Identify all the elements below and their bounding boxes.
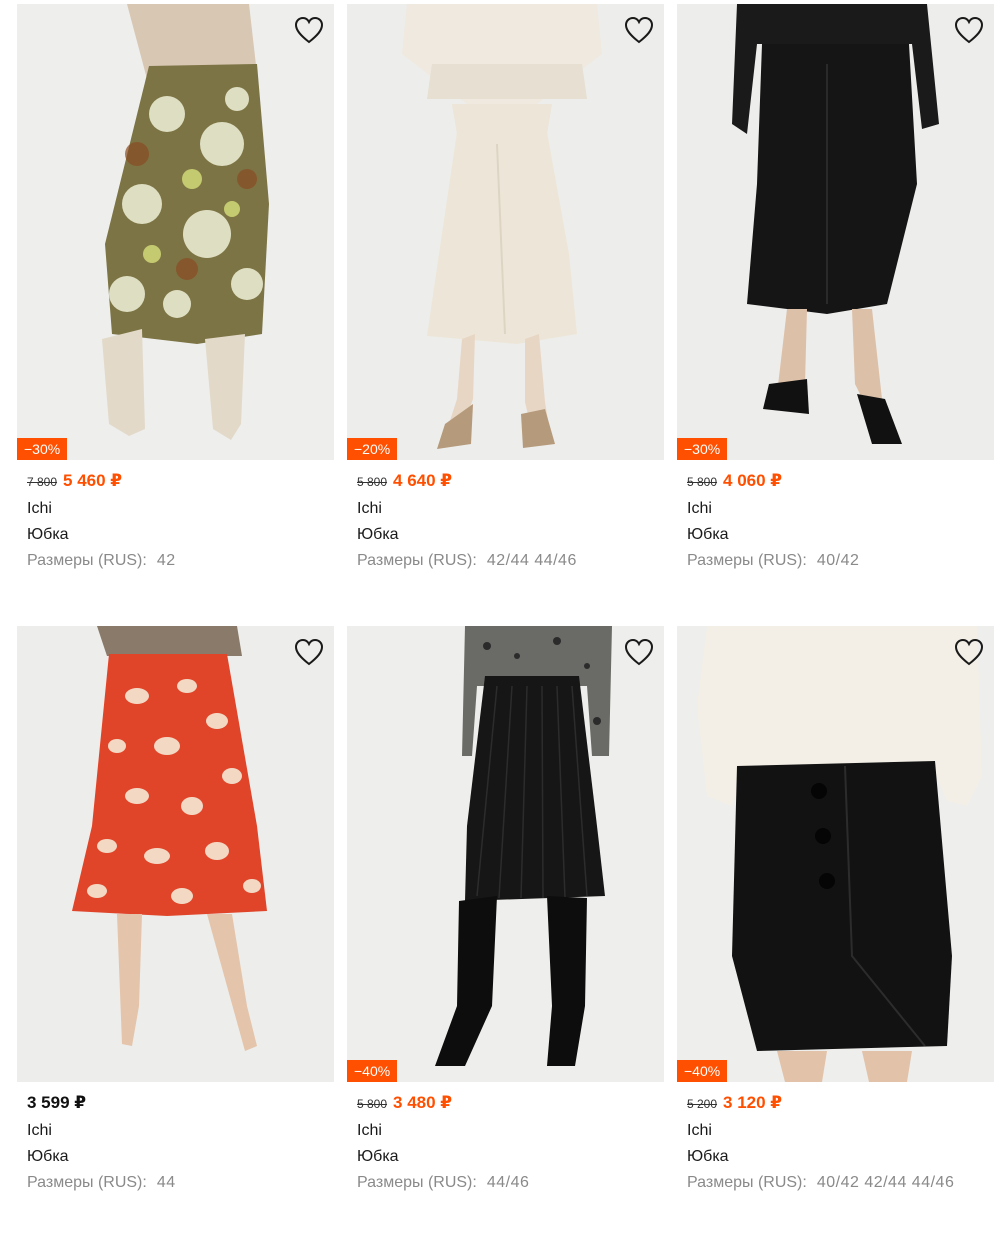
product-photo-black-pleated-skirt bbox=[347, 626, 664, 1082]
product-type[interactable]: Юбка bbox=[357, 524, 664, 545]
product-photo-black-midi-skirt bbox=[677, 4, 994, 460]
product-type[interactable]: Юбка bbox=[687, 1146, 994, 1167]
product-card[interactable]: −30% 7 800 5 460 ₽ Ichi Юбка Размеры (RU… bbox=[17, 4, 334, 626]
sale-price: 3 480 ₽ bbox=[393, 1093, 453, 1112]
sale-price: 5 460 ₽ bbox=[63, 471, 123, 490]
old-price: 5 800 bbox=[687, 475, 718, 489]
product-photo-red-print-skirt bbox=[17, 626, 334, 1082]
heart-outline-icon[interactable] bbox=[624, 638, 654, 666]
product-brand[interactable]: Ichi bbox=[357, 498, 664, 519]
sizes-label: Размеры (RUS): bbox=[27, 552, 147, 569]
product-type[interactable]: Юбка bbox=[357, 1146, 664, 1167]
heart-outline-icon[interactable] bbox=[624, 16, 654, 44]
product-image[interactable]: −40% bbox=[347, 626, 664, 1082]
old-price: 5 800 bbox=[357, 475, 388, 489]
sizes-value: 40/42 bbox=[816, 552, 860, 569]
product-brand[interactable]: Ichi bbox=[357, 1120, 664, 1141]
product-card[interactable]: −20% 5 800 4 640 ₽ Ichi Юбка Размеры (RU… bbox=[347, 4, 664, 626]
discount-badge: −40% bbox=[347, 1060, 398, 1082]
product-photo-floral-skirt bbox=[17, 4, 334, 460]
old-price: 7 800 bbox=[27, 475, 58, 489]
sale-price: 4 060 ₽ bbox=[723, 471, 783, 490]
sizes-value: 44 bbox=[156, 1174, 176, 1191]
product-photo-black-wrap-skirt bbox=[677, 626, 994, 1082]
product-type[interactable]: Юбка bbox=[27, 1146, 334, 1167]
product-sizes: Размеры (RUS): 44 bbox=[27, 1172, 327, 1193]
product-brand[interactable]: Ichi bbox=[687, 498, 994, 519]
discount-badge: −20% bbox=[347, 438, 398, 460]
sizes-value: 44/46 bbox=[486, 1174, 530, 1191]
product-sizes: Размеры (RUS): 42 bbox=[27, 550, 327, 571]
sizes-label: Размеры (RUS): bbox=[357, 1174, 477, 1191]
product-image[interactable]: −40% bbox=[677, 626, 994, 1082]
sale-price: 3 120 ₽ bbox=[723, 1093, 783, 1112]
sizes-value: 40/42 42/44 44/46 bbox=[816, 1174, 955, 1191]
product-image[interactable]: −30% bbox=[677, 4, 994, 460]
sizes-label: Размеры (RUS): bbox=[27, 1174, 147, 1191]
product-card[interactable]: −40% 5 200 3 120 ₽ Ichi Юбка Размеры (RU… bbox=[677, 626, 994, 1238]
product-type[interactable]: Юбка bbox=[687, 524, 994, 545]
price-line: 5 800 4 060 ₽ bbox=[687, 471, 994, 493]
product-image[interactable]: −30% bbox=[17, 4, 334, 460]
product-card[interactable]: 3 599 ₽ Ichi Юбка Размеры (RUS): 44 bbox=[17, 626, 334, 1238]
price-line: 5 800 4 640 ₽ bbox=[357, 471, 664, 493]
heart-outline-icon[interactable] bbox=[954, 16, 984, 44]
discount-badge: −30% bbox=[17, 438, 68, 460]
product-card[interactable]: −30% 5 800 4 060 ₽ Ichi Юбка Размеры (RU… bbox=[677, 4, 994, 626]
product-brand[interactable]: Ichi bbox=[687, 1120, 994, 1141]
heart-outline-icon[interactable] bbox=[954, 638, 984, 666]
old-price: 5 800 bbox=[357, 1097, 388, 1111]
price-line: 7 800 5 460 ₽ bbox=[27, 471, 334, 493]
old-price: 5 200 bbox=[687, 1097, 718, 1111]
product-sizes: Размеры (RUS): 40/42 bbox=[687, 550, 987, 571]
product-card[interactable]: −40% 5 800 3 480 ₽ Ichi Юбка Размеры (RU… bbox=[347, 626, 664, 1238]
sizes-value: 42 bbox=[156, 552, 176, 569]
product-sizes: Размеры (RUS): 44/46 bbox=[357, 1172, 657, 1193]
product-photo-cream-skirt bbox=[347, 4, 664, 460]
product-grid: −30% 7 800 5 460 ₽ Ichi Юбка Размеры (RU… bbox=[17, 4, 994, 1238]
product-brand[interactable]: Ichi bbox=[27, 498, 334, 519]
price-line: 3 599 ₽ bbox=[27, 1093, 334, 1115]
product-type[interactable]: Юбка bbox=[27, 524, 334, 545]
sizes-label: Размеры (RUS): bbox=[357, 552, 477, 569]
product-sizes: Размеры (RUS): 42/44 44/46 bbox=[357, 550, 657, 571]
product-image[interactable]: −20% bbox=[347, 4, 664, 460]
product-image[interactable] bbox=[17, 626, 334, 1082]
product-sizes: Размеры (RUS): 40/42 42/44 44/46 bbox=[687, 1172, 987, 1193]
price: 3 599 ₽ bbox=[27, 1093, 87, 1112]
sizes-label: Размеры (RUS): bbox=[687, 1174, 807, 1191]
product-brand[interactable]: Ichi bbox=[27, 1120, 334, 1141]
price-line: 5 800 3 480 ₽ bbox=[357, 1093, 664, 1115]
price-line: 5 200 3 120 ₽ bbox=[687, 1093, 994, 1115]
sizes-label: Размеры (RUS): bbox=[687, 552, 807, 569]
sizes-value: 42/44 44/46 bbox=[486, 552, 577, 569]
sale-price: 4 640 ₽ bbox=[393, 471, 453, 490]
discount-badge: −40% bbox=[677, 1060, 728, 1082]
heart-outline-icon[interactable] bbox=[294, 16, 324, 44]
discount-badge: −30% bbox=[677, 438, 728, 460]
heart-outline-icon[interactable] bbox=[294, 638, 324, 666]
